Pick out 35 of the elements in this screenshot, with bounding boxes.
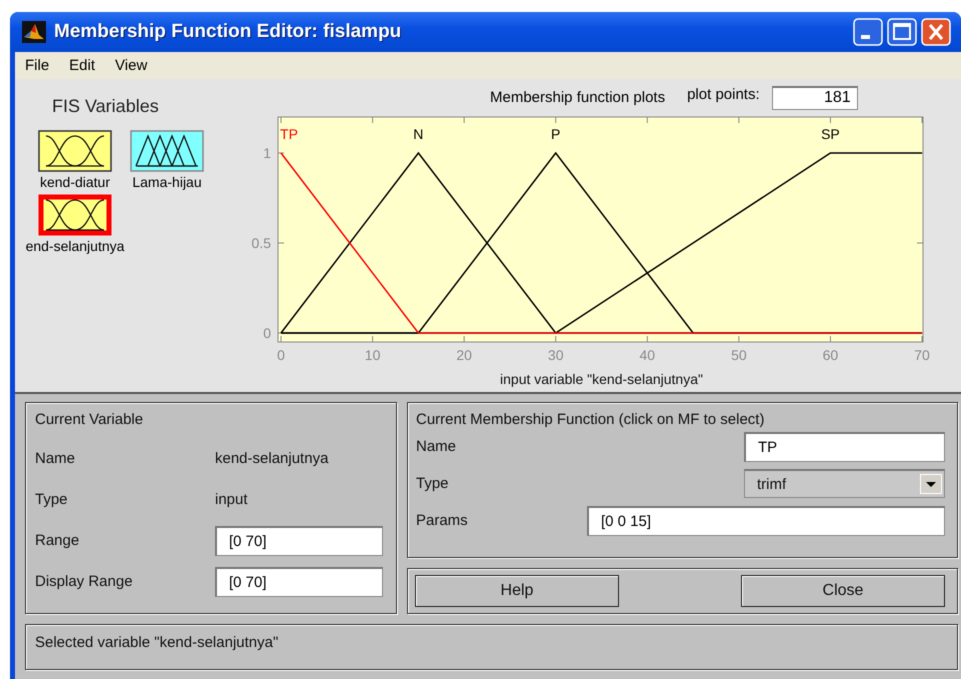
- plot-title: Membership function plots: [490, 89, 666, 106]
- tick-label: 30: [548, 347, 564, 363]
- field-label: plot points:: [687, 86, 760, 103]
- tick-label: 0.5: [252, 235, 271, 251]
- field-label: Params: [416, 512, 468, 529]
- tick-label: 1: [263, 145, 271, 161]
- curve-label: P: [551, 126, 560, 142]
- panel-title: Current Variable: [35, 411, 144, 428]
- axis-label: input variable "kend-selanjutnya": [500, 371, 703, 387]
- field-label: Type: [35, 491, 69, 508]
- field-label: Name: [35, 450, 76, 467]
- tick-label: 0: [263, 325, 271, 341]
- tick-label: 0: [277, 347, 285, 363]
- curve-label: TP: [280, 126, 298, 142]
- panel-title: Current Membership Function (click on MF to select): [416, 411, 766, 428]
- tick-label: 60: [822, 347, 838, 363]
- field-label: Name: [416, 438, 456, 455]
- variable-label: kend-diatur: [40, 174, 110, 190]
- tick-label: 10: [364, 347, 380, 363]
- variable-label: end-selanjutnya: [26, 238, 124, 254]
- variable-label: Lama-hijau: [132, 174, 202, 190]
- field-label: Type: [416, 475, 449, 492]
- status-text: Selected variable "kend-selanjutnya": [35, 634, 278, 651]
- curve-label: N: [413, 126, 424, 142]
- window-title: Membership Function Editor: fislampu: [54, 21, 402, 43]
- tick-label: 70: [914, 347, 930, 363]
- section-title: FIS Variables: [52, 96, 160, 117]
- field-label: Range: [35, 532, 80, 549]
- variable-name: kend-selanjutnya: [215, 450, 330, 467]
- tick-label: 50: [731, 347, 747, 363]
- tick-label: 40: [640, 347, 656, 363]
- curve-label: SP: [821, 126, 840, 142]
- field-label: Display Range: [35, 573, 134, 590]
- tick-label: 20: [456, 347, 472, 363]
- variable-type: input: [215, 491, 249, 508]
